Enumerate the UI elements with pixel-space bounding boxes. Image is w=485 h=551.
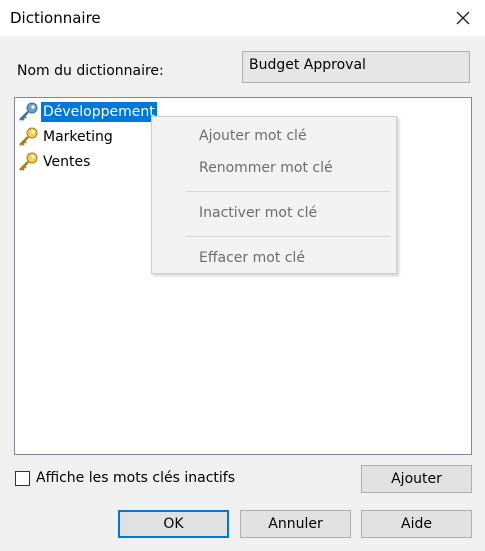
tree-item-developpement[interactable]: Développement bbox=[15, 101, 157, 123]
add-button[interactable]: Ajouter bbox=[361, 465, 472, 493]
show-inactive-option[interactable]: Affiche les mots clés inactifs bbox=[15, 470, 235, 486]
menu-item-add-keyword[interactable]: Ajouter mot clé bbox=[152, 122, 396, 150]
tree-item-marketing[interactable]: Marketing bbox=[15, 126, 115, 148]
ok-button[interactable]: OK bbox=[118, 510, 229, 538]
window-title: Dictionnaire bbox=[10, 9, 101, 27]
tree-item-label: Ventes bbox=[43, 154, 91, 170]
title-bar: Dictionnaire bbox=[0, 0, 485, 36]
close-button[interactable] bbox=[451, 6, 475, 30]
key-icon bbox=[15, 101, 41, 123]
tree-item-label: Développement bbox=[41, 102, 157, 122]
help-button[interactable]: Aide bbox=[361, 510, 472, 538]
show-inactive-label: Affiche les mots clés inactifs bbox=[36, 470, 236, 486]
key-icon bbox=[15, 126, 41, 148]
menu-separator bbox=[186, 191, 390, 192]
dictionary-name-field: Budget Approval bbox=[242, 51, 470, 83]
tree-item-label: Marketing bbox=[43, 129, 113, 145]
show-inactive-checkbox[interactable] bbox=[15, 470, 30, 486]
menu-item-delete-keyword[interactable]: Effacer mot clé bbox=[152, 244, 396, 272]
cancel-button[interactable]: Annuler bbox=[240, 510, 351, 538]
dictionary-name-label: Nom du dictionnaire: bbox=[17, 63, 164, 79]
context-menu: Ajouter mot clé Renommer mot clé Inactiv… bbox=[151, 116, 397, 274]
menu-item-rename-keyword[interactable]: Renommer mot clé bbox=[152, 154, 396, 182]
menu-separator bbox=[186, 236, 390, 237]
close-icon bbox=[456, 11, 470, 25]
tree-item-ventes[interactable]: Ventes bbox=[15, 151, 92, 173]
key-icon bbox=[15, 151, 41, 173]
menu-item-inactivate-keyword[interactable]: Inactiver mot clé bbox=[152, 199, 396, 227]
